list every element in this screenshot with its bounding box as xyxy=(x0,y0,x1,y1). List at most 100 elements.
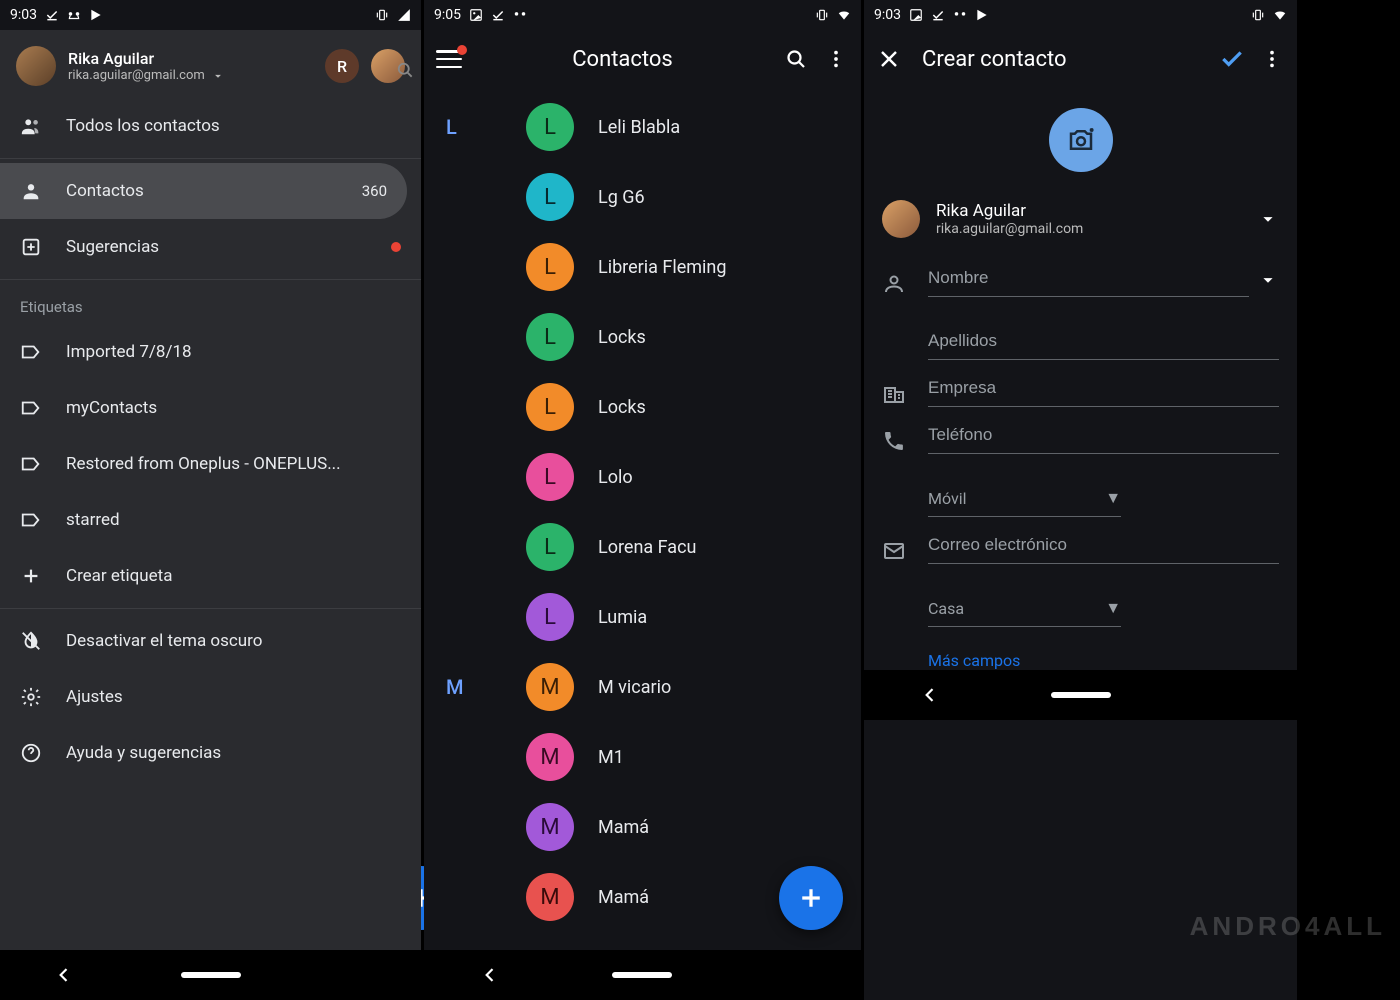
suggestion-icon xyxy=(20,236,42,258)
contact-row[interactable]: L Lolo xyxy=(424,442,861,512)
label-text: starred xyxy=(66,510,120,530)
contact-list[interactable]: LLLeli BlablaLLg G6LLibreria FlemingLLoc… xyxy=(424,88,861,950)
home-pill[interactable] xyxy=(612,972,672,978)
account-header[interactable]: Rika Aguilar rika.aguilar@gmail.com R xyxy=(0,30,421,98)
back-button[interactable] xyxy=(54,965,74,985)
status-bar: 9:05 xyxy=(424,0,861,30)
avatar xyxy=(882,200,920,238)
email-type-select[interactable]: Casa ▼ xyxy=(928,592,1121,627)
add-photo-button[interactable] xyxy=(1049,108,1113,172)
wifi-icon xyxy=(837,8,851,22)
contact-name: Lolo xyxy=(598,467,633,488)
contact-row[interactable]: MMM vicario xyxy=(424,652,861,722)
labels-heading: Etiquetas xyxy=(0,284,421,324)
label-icon xyxy=(20,453,42,475)
contact-row[interactable]: L Locks xyxy=(424,372,861,442)
label-item[interactable]: myContacts xyxy=(0,380,421,436)
save-button[interactable] xyxy=(1219,46,1245,72)
camera-add-icon xyxy=(1066,125,1096,155)
label-item[interactable]: Imported 7/8/18 xyxy=(0,324,421,380)
contact-name: Lorena Facu xyxy=(598,537,696,558)
signal-icon xyxy=(397,8,411,22)
contact-row[interactable]: MMamá xyxy=(424,792,861,862)
contact-row[interactable]: L Lorena Facu xyxy=(424,512,861,582)
nav-suggestions[interactable]: Sugerencias xyxy=(0,219,421,275)
system-navbar xyxy=(0,950,421,1000)
contact-avatar: L xyxy=(526,453,574,501)
account-email: rika.aguilar@gmail.com xyxy=(936,221,1083,237)
account-name: Rika Aguilar xyxy=(936,201,1083,221)
nav-contacts[interactable]: Contactos 360 xyxy=(0,163,407,219)
vibrate-icon xyxy=(815,8,829,22)
overflow-button[interactable] xyxy=(1259,46,1285,72)
search-button[interactable] xyxy=(783,46,809,72)
nav-label: Crear etiqueta xyxy=(66,566,172,586)
nav-all-contacts[interactable]: Todos los contactos xyxy=(0,98,421,154)
create-form: Rika Aguilar rika.aguilar@gmail.com xyxy=(864,182,1297,670)
contact-avatar: L xyxy=(526,383,574,431)
back-button[interactable] xyxy=(920,685,940,705)
create-topbar: Crear contacto xyxy=(864,30,1297,88)
contact-row[interactable]: LLg G6 xyxy=(424,162,861,232)
create-label[interactable]: Crear etiqueta xyxy=(0,548,421,604)
download-done-icon xyxy=(491,8,505,22)
download-done-icon xyxy=(931,8,945,22)
menu-button[interactable] xyxy=(436,50,462,68)
contact-row[interactable]: LLumia xyxy=(424,582,861,652)
company-field[interactable] xyxy=(928,372,1279,407)
system-navbar xyxy=(424,950,861,1000)
contact-row[interactable]: MM1 xyxy=(424,722,861,792)
play-icon xyxy=(89,8,103,22)
contact-name: M vicario xyxy=(598,677,671,698)
label-item[interactable]: Restored from Oneplus - ONEPLUS... xyxy=(0,436,421,492)
label-item[interactable]: starred xyxy=(0,492,421,548)
contact-row[interactable]: LLibreria Fleming xyxy=(424,232,861,302)
label-icon xyxy=(20,341,42,363)
home-pill[interactable] xyxy=(181,972,241,978)
chevron-down-icon[interactable] xyxy=(1257,269,1279,291)
label-icon xyxy=(20,509,42,531)
vibrate-icon xyxy=(1251,8,1265,22)
invert-colors-icon xyxy=(20,630,42,652)
status-time: 9:03 xyxy=(10,7,37,23)
overflow-button[interactable] xyxy=(823,46,849,72)
nav-label: Todos los contactos xyxy=(66,116,220,136)
phone-field[interactable] xyxy=(928,419,1279,454)
contact-avatar: L xyxy=(526,243,574,291)
contact-avatar: M xyxy=(526,873,574,921)
contact-name: Locks xyxy=(598,397,646,418)
email-field[interactable] xyxy=(928,529,1279,564)
label-text: myContacts xyxy=(66,398,157,418)
user-avatar xyxy=(16,46,56,86)
name-field[interactable] xyxy=(928,262,1249,297)
nav-label: Ajustes xyxy=(66,687,123,707)
nav-label: Sugerencias xyxy=(66,237,159,257)
close-button[interactable] xyxy=(876,46,902,72)
chevron-down-icon xyxy=(1257,208,1279,230)
contact-avatar: L xyxy=(526,593,574,641)
image-icon xyxy=(469,8,483,22)
more-fields-link[interactable]: Más campos xyxy=(882,633,1279,670)
phone-type-select[interactable]: Móvil ▼ xyxy=(928,482,1121,517)
contact-row[interactable]: LLocks xyxy=(424,302,861,372)
toggle-dark-theme[interactable]: Desactivar el tema oscuro xyxy=(0,613,421,669)
user-name: Rika Aguilar xyxy=(68,49,313,68)
status-bar: 9:03 xyxy=(0,0,421,30)
wifi-icon xyxy=(1273,8,1287,22)
status-time: 9:05 xyxy=(434,7,461,23)
home-pill[interactable] xyxy=(1051,692,1111,698)
nav-label: Ayuda y sugerencias xyxy=(66,743,221,763)
settings[interactable]: Ajustes xyxy=(0,669,421,725)
help[interactable]: Ayuda y sugerencias xyxy=(0,725,421,781)
badge-dot xyxy=(391,242,401,252)
e2e-icon xyxy=(513,8,527,22)
back-button[interactable] xyxy=(480,965,500,985)
label-text: Restored from Oneplus - ONEPLUS... xyxy=(66,454,341,474)
contact-row[interactable]: LLLeli Blabla xyxy=(424,92,861,162)
lastname-field[interactable] xyxy=(928,325,1279,360)
add-contact-fab[interactable] xyxy=(779,866,843,930)
secondary-account-avatar[interactable]: R xyxy=(325,49,359,83)
contact-avatar: L xyxy=(526,523,574,571)
status-bar: 9:03 xyxy=(864,0,1297,30)
account-picker[interactable]: Rika Aguilar rika.aguilar@gmail.com xyxy=(882,190,1279,256)
